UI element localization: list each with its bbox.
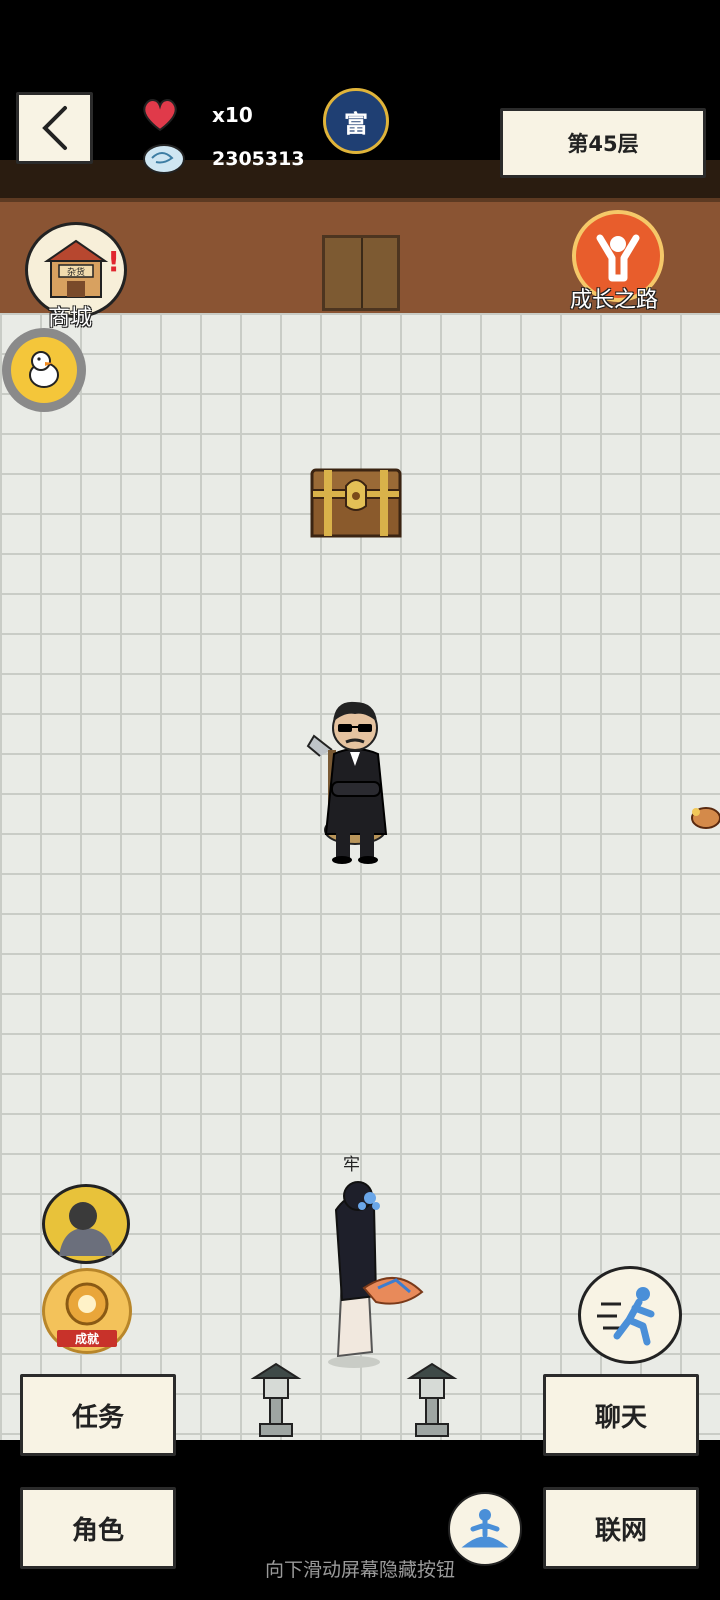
player-tag: 牢: [343, 1155, 360, 1175]
running-man-icon: [597, 1287, 655, 1346]
shop-building-icon: 杂货: [43, 239, 109, 298]
fortune-badge[interactable]: 富: [323, 88, 389, 154]
heart-icon: [143, 99, 177, 132]
growth-path-label: 成长之路: [570, 288, 659, 313]
achievement-ribbon: 成就: [57, 1330, 117, 1347]
back-arrow-icon: [41, 106, 67, 150]
swipe-hint: 向下滑动屏幕隐藏按钮: [264, 1559, 455, 1581]
person-cheer-icon: [596, 234, 640, 282]
fortune-badge-char: 富: [344, 109, 368, 138]
treasure-chest[interactable]: [310, 468, 402, 540]
currency-amount: 2305313: [212, 148, 305, 170]
duck-avatar-button[interactable]: [2, 328, 86, 412]
chat-button[interactable]: 聊天: [543, 1374, 699, 1456]
stone-lantern-left: [250, 1362, 302, 1437]
stone-lantern-right: [406, 1362, 458, 1437]
portrait-icon: [59, 1202, 113, 1256]
door[interactable]: [322, 235, 400, 311]
character-portrait-button[interactable]: [42, 1184, 130, 1264]
meditation-icon: [461, 1509, 509, 1548]
player-character[interactable]: [318, 1176, 428, 1372]
shop-sign-text: 杂货: [67, 266, 85, 278]
shop-label: 商城: [48, 306, 93, 331]
floor-indicator: 第45层: [500, 108, 706, 178]
boss-character[interactable]: [300, 694, 410, 866]
back-button[interactable]: [16, 92, 93, 164]
shop-alert-icon: !: [107, 245, 120, 278]
edge-creature[interactable]: [684, 800, 720, 840]
achievement-button[interactable]: 成就: [42, 1268, 132, 1354]
sprint-button[interactable]: [578, 1266, 682, 1364]
lives-count: x10: [212, 103, 253, 127]
task-button[interactable]: 任务: [20, 1374, 176, 1456]
achievement-medal-icon: [65, 1282, 109, 1326]
duck-icon: [11, 337, 77, 403]
spirit-icon: [143, 144, 185, 174]
